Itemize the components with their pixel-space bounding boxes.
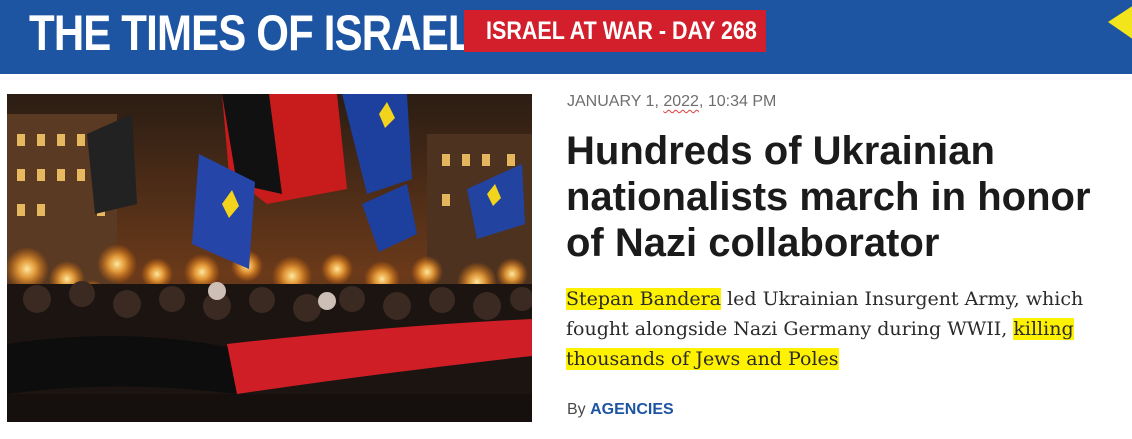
site-header: THE TIMES OF ISRAEL ISRAEL AT WAR - DAY …	[0, 0, 1132, 74]
corner-flag-icon	[1108, 6, 1132, 39]
byline-author-link[interactable]: AGENCIES	[590, 401, 674, 418]
date-prefix: JANUARY 1,	[567, 93, 664, 110]
byline: By AGENCIES	[567, 401, 674, 419]
date-time: , 10:34 PM	[698, 93, 777, 110]
date-year: 2022	[663, 93, 699, 110]
byline-prefix: By	[567, 401, 591, 418]
site-logo[interactable]: THE TIMES OF ISRAEL	[29, 5, 474, 61]
article-photo[interactable]	[7, 94, 532, 422]
article-summary: Stepan Bandera led Ukrainian Insurgent A…	[566, 284, 1126, 374]
israel-at-war-badge[interactable]: ISRAEL AT WAR - DAY 268	[464, 10, 766, 52]
highlight-stepan-bandera: Stepan Bandera	[566, 288, 722, 310]
article-date: JANUARY 1, 2022, 10:34 PM	[567, 93, 776, 111]
march-photo-illustration	[7, 94, 532, 422]
war-badge-label: ISRAEL AT WAR - DAY 268	[486, 17, 757, 45]
article-headline[interactable]: Hundreds of Ukrainian nationalists march…	[566, 128, 1111, 266]
